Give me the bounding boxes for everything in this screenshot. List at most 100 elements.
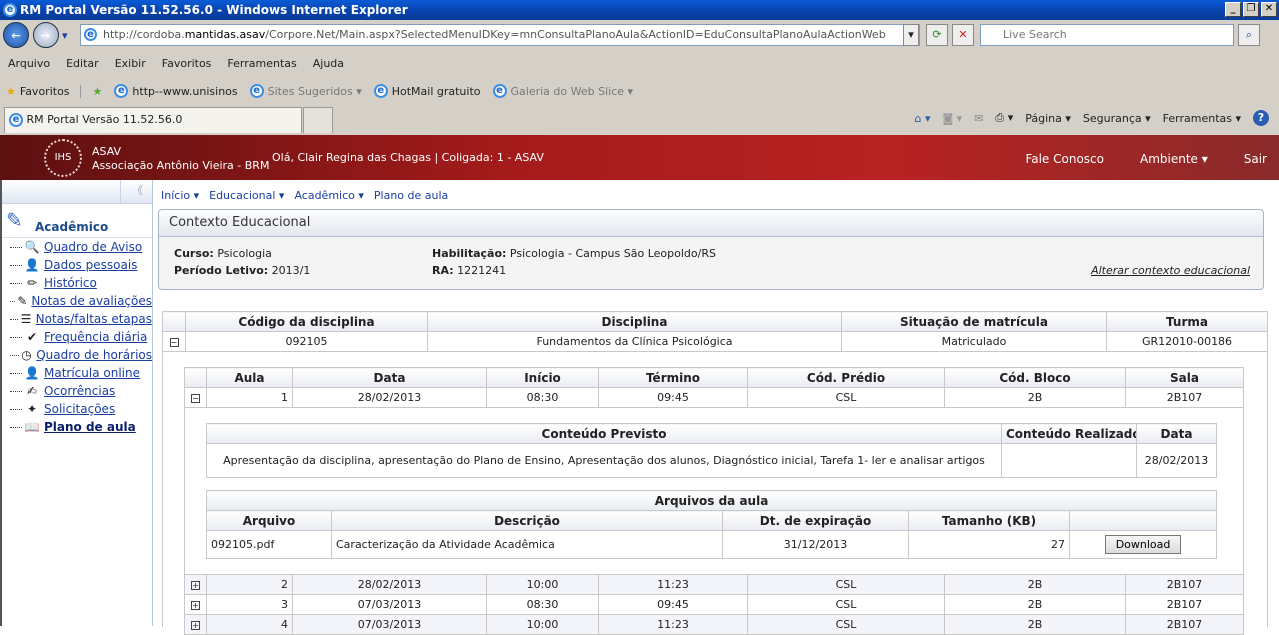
- history-dropdown-icon[interactable]: ▾: [62, 29, 68, 42]
- crumb-educacional[interactable]: Educacional ▾: [209, 189, 284, 202]
- sidebar-item[interactable]: ✏ Histórico: [2, 274, 152, 292]
- menu-editar[interactable]: Editar: [66, 53, 115, 75]
- home-icon[interactable]: ⌂ ▾: [914, 112, 930, 125]
- fav-label: http--www.unisinos: [132, 84, 238, 98]
- address-dropdown[interactable]: ▾: [903, 24, 919, 46]
- help-icon[interactable]: ?: [1253, 110, 1269, 126]
- sidebar-item[interactable]: ◷ Quadro de horários: [2, 346, 152, 364]
- sidebar-item-label[interactable]: Quadro de Aviso: [44, 240, 142, 254]
- conteudo-data: 28/02/2013: [1136, 443, 1217, 478]
- sidebar-section-header[interactable]: ✎ Acadêmico: [2, 204, 152, 238]
- sidebar-item-label[interactable]: Notas de avaliações: [31, 294, 152, 308]
- menu-ajuda[interactable]: Ajuda: [313, 53, 360, 75]
- sidebar-item-label[interactable]: Plano de aula: [44, 420, 136, 434]
- tree-line: [10, 300, 16, 302]
- download-button[interactable]: Download: [1104, 535, 1182, 554]
- sidebar-item[interactable]: 🔍 Quadro de Aviso: [2, 238, 152, 256]
- sidebar-item-label[interactable]: Matrícula online: [44, 366, 140, 380]
- menu-item-icon: ✔: [26, 330, 38, 344]
- menu-ferramentas-cmd[interactable]: Ferramentas ▾: [1163, 112, 1241, 125]
- forward-button[interactable]: →: [32, 22, 59, 48]
- expand-icon[interactable]: +: [191, 601, 200, 610]
- sidebar-item-label[interactable]: Ocorrências: [44, 384, 115, 398]
- sidebar-item-label[interactable]: Quadro de horários: [36, 348, 152, 362]
- add-favorite-icon[interactable]: ★: [93, 85, 103, 98]
- menu-seguranca[interactable]: Segurança ▾: [1083, 112, 1151, 125]
- stop-icon[interactable]: ✕: [952, 24, 974, 46]
- sidebar-item-label[interactable]: Solicitações: [44, 402, 115, 416]
- cell: CSL: [747, 574, 945, 595]
- habilitacao-field: Habilitação: Psicologia - Campus São Leo…: [432, 247, 716, 260]
- curso-label: Curso:: [174, 247, 214, 260]
- mail-icon[interactable]: ✉: [974, 112, 983, 125]
- menu-arquivo[interactable]: Arquivo: [8, 53, 66, 75]
- collapse-sidebar-button[interactable]: 《: [120, 180, 154, 204]
- collapse-icon[interactable]: −: [169, 338, 179, 347]
- cell: Matriculado: [841, 331, 1107, 352]
- cell: 28/02/2013: [292, 574, 487, 595]
- sidebar-item[interactable]: ✍ Ocorrências: [2, 382, 152, 400]
- fale-conosco-link[interactable]: Fale Conosco: [1025, 152, 1104, 166]
- cell: 1: [206, 387, 293, 408]
- search-input[interactable]: Live Search: [980, 24, 1234, 46]
- command-bar: ⌂ ▾ ◙ ▾ ✉ ⎙ ▾ Página ▾ Segurança ▾ Ferramenta…: [914, 110, 1269, 126]
- table-row: 092105.pdf Caracterização da Atividade Ac…: [206, 530, 1218, 559]
- sidebar-item[interactable]: ✦ Solicitações: [2, 400, 152, 418]
- sair-link[interactable]: Sair: [1244, 152, 1267, 166]
- refresh-icon[interactable]: ⟳: [926, 24, 948, 46]
- cell: Fundamentos da Clínica Psicológica: [427, 331, 842, 352]
- menu-exibir[interactable]: Exibir: [115, 53, 162, 75]
- back-button[interactable]: ←: [3, 22, 29, 48]
- sidebar-item[interactable]: 👤 Dados pessoais: [2, 256, 152, 274]
- crumb-plano-de-aula[interactable]: Plano de aula: [374, 189, 448, 202]
- fav-hotmail[interactable]: e HotMail gratuito: [373, 84, 481, 98]
- browser-tab[interactable]: e RM Portal Versão 11.52.56.0: [4, 107, 302, 133]
- cell: 2B107: [1125, 594, 1244, 615]
- sidebar-item[interactable]: ✎ Notas de avaliações: [2, 292, 152, 310]
- sidebar-item-label[interactable]: Histórico: [44, 276, 97, 290]
- maximize-button[interactable]: ❐: [1243, 2, 1259, 17]
- alterar-contexto-link[interactable]: Alterar contexto educacional: [1091, 264, 1250, 277]
- conteudo-previsto: Apresentação da disciplina, apresentação…: [206, 443, 1002, 478]
- sidebar-item[interactable]: ✔ Frequência diária: [2, 328, 152, 346]
- new-tab-button[interactable]: [303, 107, 333, 133]
- collapse-icon[interactable]: −: [191, 394, 200, 403]
- sidebar-item[interactable]: ☰ Notas/faltas etapas: [2, 310, 152, 328]
- menu-favoritos[interactable]: Favoritos: [162, 53, 228, 75]
- menu-ferramentas[interactable]: Ferramentas: [227, 53, 312, 75]
- fav-web-slice[interactable]: e Galeria do Web Slice ▾: [492, 84, 633, 98]
- fav-unisinos[interactable]: e http--www.unisinos: [114, 84, 238, 98]
- sidebar-item[interactable]: 📖 Plano de aula: [2, 418, 152, 436]
- cell: 2: [206, 574, 293, 595]
- menu-item-icon: 📖: [24, 420, 40, 434]
- sidebar-item-label[interactable]: Dados pessoais: [44, 258, 137, 272]
- sidebar-item[interactable]: 👤 Matrícula online: [2, 364, 152, 382]
- cell: 07/03/2013: [292, 614, 487, 635]
- feeds-icon[interactable]: ◙ ▾: [943, 112, 963, 125]
- crumb-inicio[interactable]: Início ▾: [161, 189, 199, 202]
- address-bar[interactable]: e http://cordoba.mantidas.asav/Corpore.Ne…: [80, 24, 920, 46]
- sidebar-item-label[interactable]: Frequência diária: [44, 330, 147, 344]
- menu-pagina[interactable]: Página ▾: [1025, 112, 1071, 125]
- cell: 10:00: [486, 574, 599, 595]
- crumb-academico[interactable]: Acadêmico ▾: [294, 189, 363, 202]
- ie-icon: e: [114, 84, 129, 98]
- fav-sites-sugeridos[interactable]: e Sites Sugeridos ▾: [249, 84, 362, 98]
- ambiente-menu[interactable]: Ambiente ▾: [1140, 152, 1208, 166]
- expand-icon[interactable]: +: [191, 581, 200, 590]
- table-row: −1 28/02/2013 08:30 09:45 CSL 2B 2B107: [184, 387, 1244, 408]
- hab-value: Psicologia - Campus São Leopoldo/RS: [509, 247, 716, 260]
- close-button[interactable]: ✕: [1261, 2, 1277, 17]
- sidebar-item-label[interactable]: Notas/faltas etapas: [36, 312, 152, 326]
- favorites-button[interactable]: ★ Favoritos: [6, 84, 81, 98]
- cell: 09:45: [598, 387, 748, 408]
- table-row: +3 07/03/2013 08:30 09:45 CSL 2B 2B107: [184, 594, 1244, 615]
- print-icon[interactable]: ⎙ ▾: [995, 111, 1013, 125]
- cell: 28/02/2013: [292, 387, 487, 408]
- logo: IHS: [44, 139, 82, 177]
- nav-buttons: ← → ▾: [3, 22, 68, 48]
- search-icon[interactable]: ⌕: [1238, 24, 1260, 46]
- tree-line: [10, 426, 22, 428]
- minimize-button[interactable]: _: [1225, 2, 1241, 17]
- page-icon: e: [84, 28, 97, 41]
